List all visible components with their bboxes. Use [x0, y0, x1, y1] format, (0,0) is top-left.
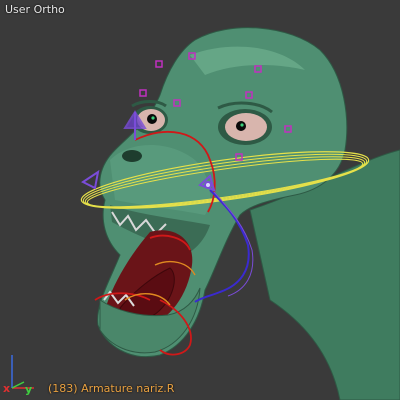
axis-x-label: x	[3, 382, 11, 395]
status-line: (183) Armature nariz.R	[48, 382, 174, 395]
frame-number: (183)	[48, 382, 78, 395]
axis-y-label: y	[25, 383, 33, 396]
scene-canvas[interactable]	[0, 0, 400, 400]
active-object-name: Armature nariz.R	[81, 382, 175, 395]
nostril	[122, 150, 142, 162]
view-label: User Ortho	[5, 3, 65, 16]
3d-viewport[interactable]: User Ortho x y (183) Armature nariz.R	[0, 0, 400, 400]
right-eye[interactable]	[218, 109, 272, 145]
